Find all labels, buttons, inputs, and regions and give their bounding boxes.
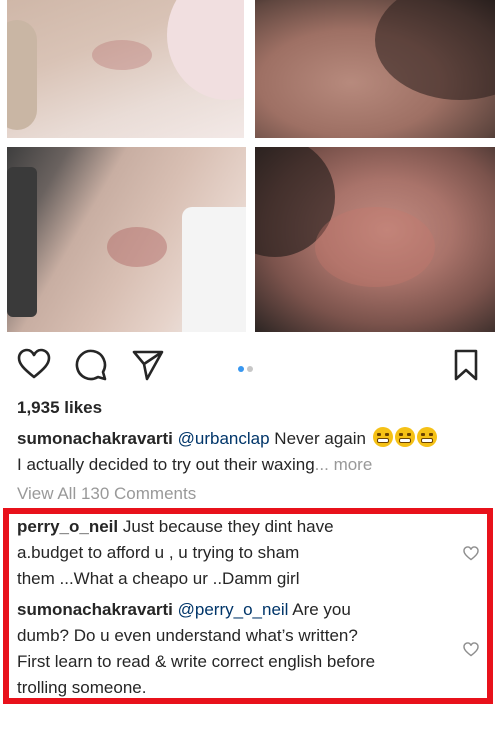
grimace-emoji-icon [394, 427, 415, 447]
comment-mention[interactable]: @perry_o_neil [178, 600, 289, 619]
carousel-dot [247, 366, 253, 372]
caption-line-2: I actually decided to try out their waxi… [17, 455, 315, 474]
photo-underarm-1 [7, 0, 244, 138]
caption-ellipsis: ... [314, 455, 329, 474]
carousel-indicator [238, 359, 256, 377]
white-top-shape [182, 207, 246, 332]
likes-count[interactable]: 1,935 likes [17, 398, 102, 418]
view-all-comments-link[interactable]: View All 130 Comments [17, 484, 196, 504]
background-shape [7, 20, 37, 130]
carousel-dot-active [238, 366, 244, 372]
post-caption: sumonachakravarti @urbanclap Never again… [17, 426, 487, 478]
caption-more-link[interactable]: more [329, 455, 373, 474]
comment-text: Just because they dint have [118, 517, 334, 536]
caption-mention[interactable]: @urbanclap [178, 429, 270, 448]
comment-text: trolling someone. [17, 678, 147, 697]
comment-like-heart-icon[interactable] [463, 546, 479, 561]
comment-text: Are you [288, 600, 351, 619]
photo-arm-closeup-2 [255, 147, 495, 332]
caption-text: Never again [269, 429, 371, 448]
post-media-collage[interactable] [0, 0, 500, 335]
photo-underarm-2 [7, 147, 246, 332]
comment-username[interactable]: perry_o_neil [17, 517, 118, 536]
comment-text: dumb? Do u even understand what’s writte… [17, 626, 358, 645]
grimace-emoji-icon [416, 427, 437, 447]
comment-text: First learn to read & write correct engl… [17, 652, 376, 671]
share-icon[interactable] [131, 348, 165, 382]
comment-like-heart-icon[interactable] [463, 642, 479, 657]
skin-mark [92, 40, 152, 70]
skin-mark [315, 207, 435, 287]
comment-icon[interactable] [74, 348, 108, 382]
background-object [7, 167, 37, 317]
comment-text: them ...What a cheapo ur ..Damm girl [17, 569, 300, 588]
comment-username[interactable]: sumonachakravarti [17, 600, 173, 619]
shadow-shape [375, 0, 495, 100]
grimace-emoji-icon [372, 427, 393, 447]
photo-arm-closeup-1 [255, 0, 495, 138]
bookmark-icon[interactable] [453, 348, 479, 382]
pink-top-shape [167, 0, 244, 100]
comment-2: sumonachakravarti @perry_o_neil Are you … [17, 597, 449, 701]
comment-1: perry_o_neil Just because they dint have… [17, 514, 449, 592]
skin-mark [107, 227, 167, 267]
heart-icon[interactable] [17, 348, 51, 380]
caption-username[interactable]: sumonachakravarti [17, 429, 173, 448]
comment-text: a.budget to afford u , u trying to sham [17, 543, 300, 562]
